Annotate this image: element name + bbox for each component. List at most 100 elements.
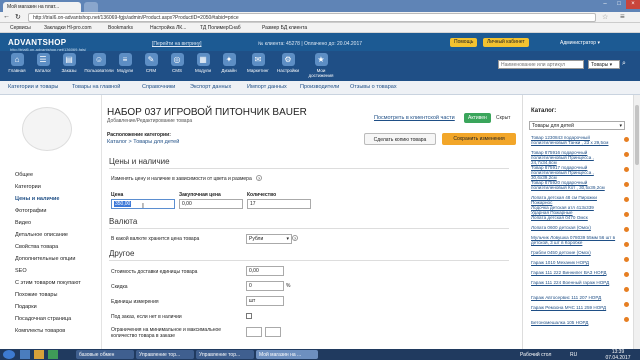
bookmark-item[interactable]: ТД ПолимерСнаб bbox=[200, 25, 241, 31]
search-type-select[interactable]: Товары ▾ bbox=[588, 60, 620, 69]
remove-icon[interactable] bbox=[624, 257, 629, 262]
nav-description[interactable]: Детальное описание bbox=[15, 232, 68, 238]
explorer-icon[interactable] bbox=[20, 350, 30, 359]
currency-select[interactable]: Рубли ▾ bbox=[246, 234, 292, 244]
category-path[interactable]: Каталог > Товары для детей bbox=[107, 139, 179, 145]
nav-categories[interactable]: Категории bbox=[15, 184, 41, 190]
bookmark-item[interactable]: Размер БД клиента bbox=[262, 25, 307, 31]
menu-settings[interactable]: ⚙ Настройки bbox=[274, 53, 302, 73]
shipping-input[interactable]: 0,00 bbox=[246, 266, 284, 276]
remove-icon[interactable] bbox=[624, 182, 629, 187]
purchase-price-input[interactable]: 0,00 bbox=[179, 199, 243, 209]
url-input[interactable]: http://trial6.on-advantshop.net/136069-f… bbox=[28, 13, 596, 22]
menu-achievements[interactable]: ★ Мои достижения bbox=[304, 53, 338, 78]
save-button[interactable]: Сохранить изменения bbox=[442, 133, 516, 145]
catalog-item[interactable]: Лопата детская 48 см Пирожки Пожарнос bbox=[531, 195, 617, 205]
menu-catalog[interactable]: ☰ Каталог bbox=[32, 53, 54, 73]
order-if-missing-checkbox[interactable] bbox=[246, 313, 252, 319]
bookmark-item[interactable]: Закладки Hl-pro.com bbox=[44, 25, 91, 31]
catalog-category-select[interactable]: Товары для детей ▾ bbox=[529, 121, 625, 130]
remove-icon[interactable] bbox=[624, 317, 629, 322]
maximize-icon[interactable]: □ bbox=[612, 0, 626, 9]
view-storefront-link[interactable]: Посмотреть в клиентской части bbox=[374, 115, 455, 121]
catalog-item[interactable]: Гараж 111 222 Виннипег ВАЗ НОРД bbox=[531, 270, 617, 275]
active-toggle[interactable]: Активен bbox=[464, 113, 491, 123]
remove-icon[interactable] bbox=[624, 302, 629, 307]
discount-input[interactable]: 0 bbox=[246, 281, 284, 291]
search-input[interactable] bbox=[498, 60, 584, 69]
reload-icon[interactable]: ↻ bbox=[15, 13, 21, 21]
catalog-item[interactable]: Лопата 0600 детская (Омск) bbox=[531, 225, 617, 230]
menu-marketing[interactable]: ✉ Маркетинг bbox=[244, 53, 272, 73]
menu-orders[interactable]: ▤ Заказы bbox=[58, 53, 80, 73]
remove-icon[interactable] bbox=[624, 227, 629, 232]
remove-icon[interactable] bbox=[624, 287, 629, 292]
page-scrollbar[interactable] bbox=[633, 95, 640, 349]
remove-icon[interactable] bbox=[624, 197, 629, 202]
new-tab-button[interactable] bbox=[84, 2, 98, 12]
nav-bought-together[interactable]: С этим товаром покупают bbox=[15, 280, 81, 286]
nav-options[interactable]: Дополнительные опции bbox=[15, 256, 75, 262]
minimize-icon[interactable]: – bbox=[598, 0, 612, 9]
tab-categories[interactable]: Категории и товары bbox=[8, 84, 58, 90]
star-icon[interactable]: ☆ bbox=[602, 13, 608, 21]
app-icon[interactable] bbox=[48, 350, 58, 359]
user-menu[interactable]: Администратор ▾ bbox=[560, 40, 600, 46]
catalog-item[interactable]: Товар 875916 подарочный полиэтиленовый П… bbox=[531, 150, 617, 165]
nav-photos[interactable]: Фотографии bbox=[15, 208, 46, 214]
min-qty-input[interactable] bbox=[246, 327, 262, 337]
menu-modules-2[interactable]: ▦ Модули bbox=[192, 53, 214, 73]
catalog-item[interactable]: Бетономешалка 105 НОРД bbox=[531, 320, 617, 325]
taskbar-item[interactable]: базовые обмен bbox=[76, 350, 134, 359]
tab-import[interactable]: Импорт данных bbox=[247, 84, 287, 90]
goto-site-link[interactable]: [Перейти на витрину] bbox=[152, 41, 202, 47]
catalog-item[interactable]: Гараж Автосервис 111 207 НОРД bbox=[531, 295, 617, 300]
quantity-input[interactable]: 17 bbox=[247, 199, 311, 209]
remove-icon[interactable] bbox=[624, 137, 629, 142]
browser-tab[interactable]: Мой магазин на плат... bbox=[3, 2, 81, 12]
copy-product-button[interactable]: Сделать копию товара bbox=[364, 133, 436, 145]
nav-properties[interactable]: Свойства товара bbox=[15, 244, 58, 250]
tab-reference[interactable]: Справочники bbox=[142, 84, 175, 90]
bookmark-item[interactable]: Сервисы bbox=[10, 25, 31, 31]
tab-export[interactable]: Экспорт данных bbox=[190, 84, 231, 90]
catalog-item[interactable]: Товар 875917 подарочный полиэтиленовый П… bbox=[531, 165, 617, 180]
remove-icon[interactable] bbox=[624, 212, 629, 217]
catalog-item[interactable]: Мульчик Ловушка 078039 55мм 56 шт в детс… bbox=[531, 235, 617, 245]
menu-icon[interactable]: ≡ bbox=[620, 12, 625, 21]
menu-design[interactable]: ✦ Дизайн bbox=[218, 53, 240, 73]
nav-seo[interactable]: SEO bbox=[15, 268, 27, 274]
taskbar-item-active[interactable]: Мой магазин на ... bbox=[256, 350, 318, 359]
catalog-item[interactable]: Гараж 1010 Механик НОРД bbox=[531, 260, 617, 265]
language-indicator[interactable]: RU bbox=[570, 352, 577, 358]
catalog-item[interactable]: Гараж Ремзона МЧС 111 259 НОРД bbox=[531, 305, 617, 310]
start-button[interactable] bbox=[3, 350, 15, 359]
nav-video[interactable]: Видео bbox=[15, 220, 31, 226]
help-button[interactable]: Помощь bbox=[450, 38, 478, 47]
nav-general[interactable]: Общее bbox=[15, 172, 33, 178]
nav-price[interactable]: Цены и наличие bbox=[15, 196, 60, 202]
nav-similar[interactable]: Похожие товары bbox=[15, 292, 57, 298]
remove-icon[interactable] bbox=[624, 167, 629, 172]
search-icon[interactable]: ⌕ bbox=[622, 60, 626, 68]
clock[interactable]: 13:39 07.04.2017 bbox=[600, 349, 636, 361]
nav-gifts[interactable]: Подарки bbox=[15, 304, 37, 310]
remove-icon[interactable] bbox=[624, 152, 629, 157]
hidden-toggle[interactable]: Скрыт bbox=[496, 115, 510, 121]
taskbar-item[interactable]: Управление тор... bbox=[136, 350, 194, 359]
catalog-item[interactable]: Товар 875920 подарочный полиэтиленовый К… bbox=[531, 180, 617, 190]
menu-cms[interactable]: ◎ CMS bbox=[166, 53, 188, 73]
bookmark-item[interactable]: Bookmarks bbox=[108, 25, 133, 31]
tab-manufacturers[interactable]: Производители bbox=[300, 84, 339, 90]
catalog-item[interactable]: Товар 1230843 подарочный полиэтиленовый … bbox=[531, 135, 617, 145]
menu-modules[interactable]: ≡ Модули bbox=[114, 53, 136, 73]
menu-main[interactable]: ⌂ Главная bbox=[6, 53, 28, 73]
nav-kits[interactable]: Комплекты товаров bbox=[15, 328, 65, 334]
help-icon[interactable]: ? bbox=[292, 235, 298, 241]
cabinet-button[interactable]: Личный кабинет bbox=[483, 38, 529, 47]
catalog-item[interactable]: Грабли 0450 детские (Омск) bbox=[531, 250, 617, 255]
help-icon[interactable]: ? bbox=[256, 175, 262, 181]
close-icon[interactable]: × bbox=[626, 0, 640, 9]
logo[interactable]: ADVANTSHOP bbox=[8, 38, 66, 47]
remove-icon[interactable] bbox=[624, 242, 629, 247]
